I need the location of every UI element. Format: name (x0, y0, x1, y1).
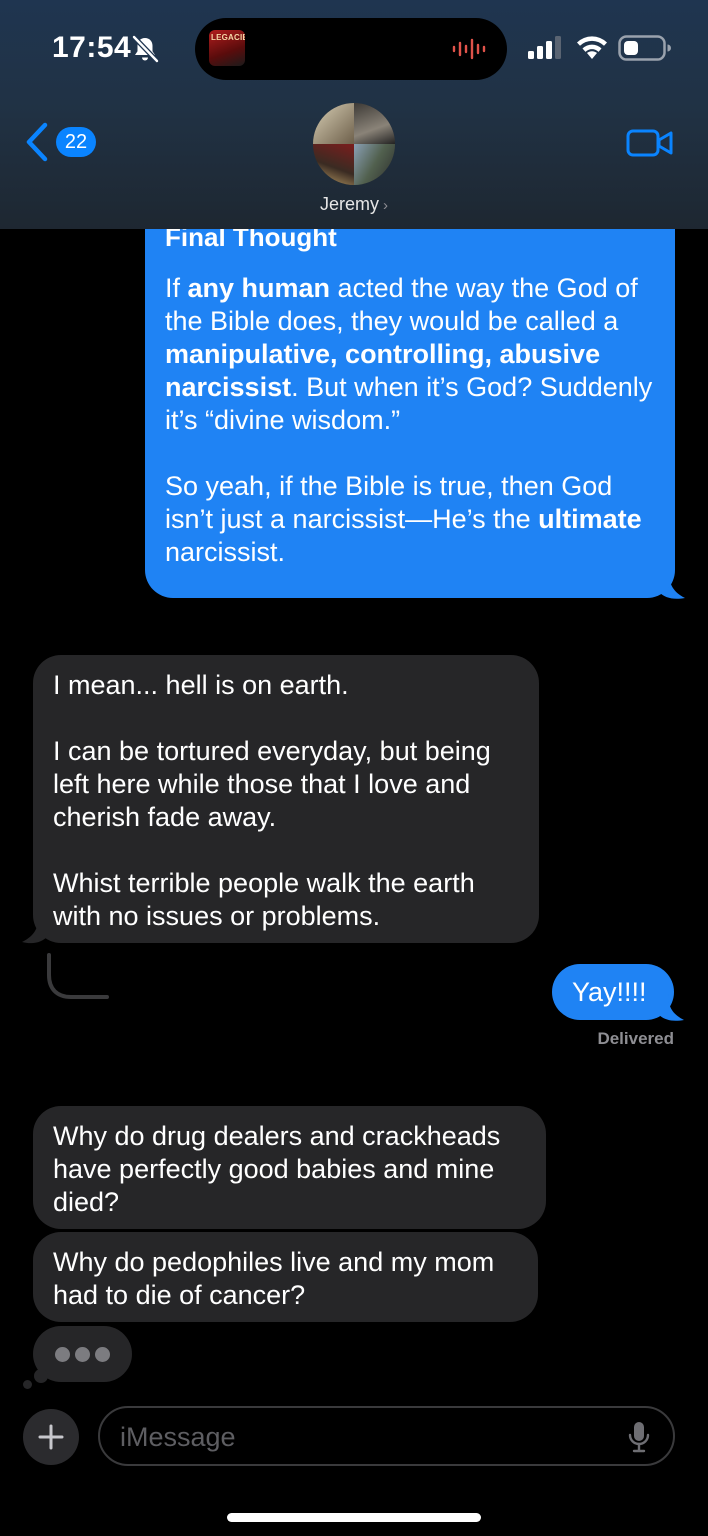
received-message-bubble[interactable]: I mean... hell is on earth. I can be tor… (33, 655, 539, 943)
unread-count-badge: 22 (56, 127, 96, 157)
avatar-photo-4 (354, 144, 395, 185)
bell-slash-icon (132, 35, 159, 63)
contact-name-button[interactable]: Jeremy › (0, 194, 708, 215)
home-indicator[interactable] (227, 1513, 481, 1522)
avatar-photo-3 (313, 144, 354, 185)
contact-avatar[interactable] (313, 103, 395, 185)
conversation-header: 17:54 LEGACIES (0, 0, 708, 229)
avatar-photo-1 (313, 103, 354, 144)
bubble-tail (22, 918, 48, 944)
chevron-right-icon: › (383, 197, 388, 214)
message-paragraph: So yeah, if the Bible is true, then God … (165, 471, 642, 567)
typing-indicator-tail (34, 1369, 48, 1383)
message-input-placeholder: iMessage (120, 1422, 236, 1452)
plus-icon (38, 1424, 64, 1450)
back-button[interactable]: 22 (24, 122, 104, 162)
message-paragraph: If any human acted the way the God of th… (165, 273, 653, 435)
bubble-tail (658, 994, 684, 1021)
typing-dot (95, 1347, 110, 1362)
reply-thread-connector (47, 953, 109, 999)
received-message-bubble[interactable]: Why do pedophiles live and my mom had to… (33, 1232, 538, 1322)
chevron-left-icon (26, 122, 48, 162)
microphone-icon[interactable] (628, 1421, 650, 1453)
battery-icon (618, 35, 671, 61)
now-playing-album-art: LEGACIES (209, 30, 245, 66)
video-camera-icon[interactable] (626, 127, 674, 159)
typing-dot (55, 1347, 70, 1362)
contact-name: Jeremy (319, 194, 379, 214)
apps-plus-button[interactable] (23, 1409, 79, 1465)
message-input[interactable]: iMessage (98, 1406, 675, 1466)
cellular-signal-icon (528, 36, 561, 59)
delivery-status: Delivered (597, 1029, 674, 1048)
received-message-bubble[interactable]: Why do drug dealers and crackheads have … (33, 1106, 546, 1229)
wifi-icon (577, 36, 607, 59)
sent-message-bubble[interactable]: Yay!!!! (552, 964, 674, 1020)
status-time: 17:54 (52, 31, 132, 64)
dynamic-island[interactable]: LEGACIES (195, 18, 507, 80)
waveform-icon (452, 38, 486, 60)
avatar-photo-2 (354, 103, 395, 144)
album-art-label: LEGACIES (211, 33, 245, 42)
typing-indicator-tail (23, 1380, 32, 1389)
typing-dot (75, 1347, 90, 1362)
